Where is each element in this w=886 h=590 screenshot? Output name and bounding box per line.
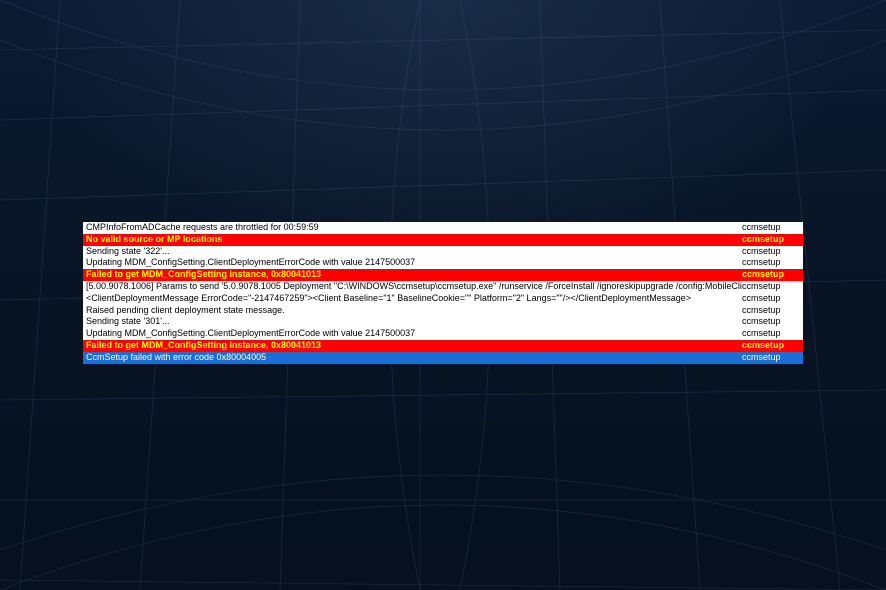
log-component: ccmsetup (742, 340, 800, 352)
log-component: ccmsetup (742, 305, 800, 317)
log-component: ccmsetup (742, 257, 800, 269)
log-viewer-panel: CMPInfoFromADCache requests are throttle… (83, 222, 803, 364)
log-row[interactable]: Raised pending client deployment state m… (83, 305, 803, 317)
log-message: CcmSetup failed with error code 0x800040… (86, 352, 742, 364)
log-message: <ClientDeploymentMessage ErrorCode="-214… (86, 293, 742, 305)
log-row[interactable]: Failed to get MDM_ConfigSetting instance… (83, 269, 803, 281)
log-row[interactable]: <ClientDeploymentMessage ErrorCode="-214… (83, 293, 803, 305)
log-component: ccmsetup (742, 328, 800, 340)
log-component: ccmsetup (742, 246, 800, 258)
log-message: Failed to get MDM_ConfigSetting instance… (86, 340, 742, 352)
log-row[interactable]: Failed to get MDM_ConfigSetting instance… (83, 340, 803, 352)
log-message: Updating MDM_ConfigSetting.ClientDeploym… (86, 257, 742, 269)
log-row[interactable]: Sending state '301'...ccmsetup (83, 316, 803, 328)
log-row[interactable]: Sending state '322'...ccmsetup (83, 246, 803, 258)
log-row[interactable]: [5.00.9078.1006] Params to send '5.0.907… (83, 281, 803, 293)
log-component: ccmsetup (742, 222, 800, 234)
log-message: Sending state '322'... (86, 246, 742, 258)
log-message: Failed to get MDM_ConfigSetting instance… (86, 269, 742, 281)
log-row[interactable]: Updating MDM_ConfigSetting.ClientDeploym… (83, 257, 803, 269)
log-component: ccmsetup (742, 269, 800, 281)
log-message: Updating MDM_ConfigSetting.ClientDeploym… (86, 328, 742, 340)
log-component: ccmsetup (742, 293, 800, 305)
log-component: ccmsetup (742, 316, 800, 328)
log-row[interactable]: Updating MDM_ConfigSetting.ClientDeploym… (83, 328, 803, 340)
log-component: ccmsetup (742, 352, 800, 364)
log-row[interactable]: CcmSetup failed with error code 0x800040… (83, 352, 803, 364)
log-row[interactable]: CMPInfoFromADCache requests are throttle… (83, 222, 803, 234)
log-message: Raised pending client deployment state m… (86, 305, 742, 317)
log-component: ccmsetup (742, 234, 800, 246)
log-row[interactable]: No valid source or MP locationsccmsetup (83, 234, 803, 246)
log-message: No valid source or MP locations (86, 234, 742, 246)
log-component: ccmsetup (742, 281, 800, 293)
log-message: [5.00.9078.1006] Params to send '5.0.907… (86, 281, 742, 293)
log-message: CMPInfoFromADCache requests are throttle… (86, 222, 742, 234)
log-message: Sending state '301'... (86, 316, 742, 328)
